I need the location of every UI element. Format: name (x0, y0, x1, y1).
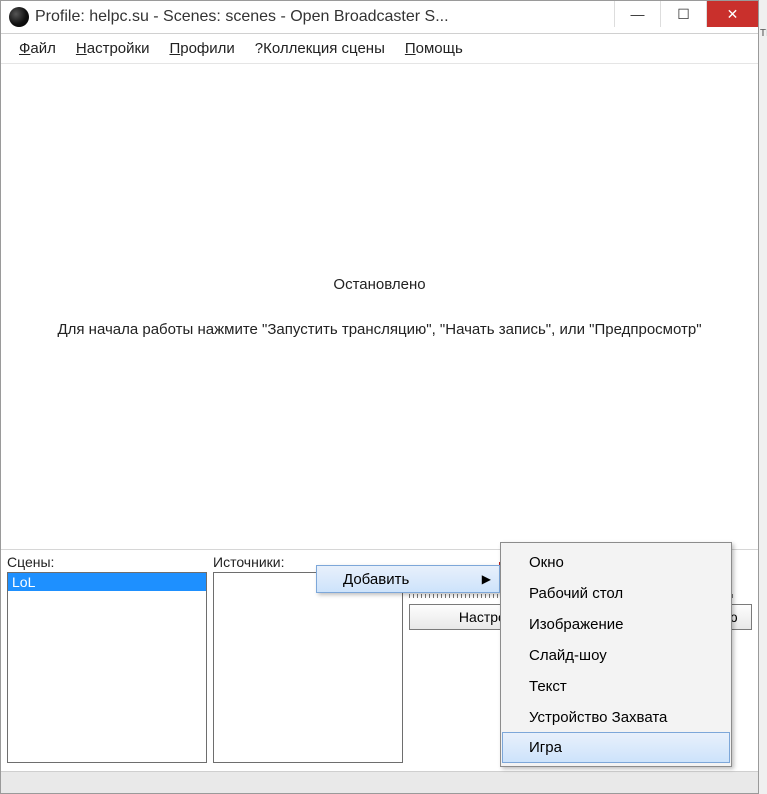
cropped-side-text: ти (760, 24, 767, 39)
submenu-game[interactable]: Игра (502, 732, 730, 763)
menu-help-label: омощь (416, 40, 463, 57)
sources-context-menu: Добавить ▶ (316, 565, 500, 593)
menu-file-label: айл (30, 40, 55, 57)
menu-file[interactable]: Файл (11, 37, 64, 60)
minimize-button[interactable]: — (614, 1, 660, 27)
submenu-window[interactable]: Окно (503, 547, 729, 578)
scenes-listbox[interactable]: LoL (7, 572, 207, 763)
submenu-slideshow[interactable]: Слайд-шоу (503, 640, 729, 671)
submenu-image[interactable]: Изображение (503, 609, 729, 640)
sources-listbox[interactable] (213, 572, 403, 763)
scene-item[interactable]: LoL (8, 573, 206, 591)
context-add-label: Добавить (343, 571, 409, 588)
preview-area: Остановлено Для начала работы нажмите "З… (9, 72, 750, 541)
menu-profiles-label: рофили (180, 40, 235, 57)
submenu-text[interactable]: Текст (503, 671, 729, 702)
add-source-submenu: Окно Рабочий стол Изображение Слайд-шоу … (500, 542, 732, 767)
menu-profiles[interactable]: Профили (161, 37, 242, 60)
submenu-arrow-icon: ▶ (482, 572, 491, 586)
titlebar[interactable]: Profile: helpc.su - Scenes: scenes - Ope… (1, 1, 758, 34)
submenu-capture-device[interactable]: Устройство Захвата (503, 702, 729, 733)
context-add[interactable]: Добавить ▶ (316, 565, 500, 593)
instruction-text: Для начала работы нажмите "Запустить тра… (47, 321, 711, 338)
status-text: Остановлено (333, 276, 425, 293)
statusbar (1, 771, 758, 793)
scenes-label: Сцены: (7, 554, 207, 570)
submenu-desktop[interactable]: Рабочий стол (503, 578, 729, 609)
menu-settings[interactable]: Настройки (68, 37, 158, 60)
obs-logo-icon (9, 7, 29, 27)
menu-scene-collection[interactable]: ?Коллекция сцены (247, 37, 393, 60)
menubar: Файл Настройки Профили ?Коллекция сцены … (1, 34, 758, 64)
window-title: Profile: helpc.su - Scenes: scenes - Ope… (35, 8, 614, 26)
menu-help[interactable]: Помощь (397, 37, 471, 60)
scenes-panel: Сцены: LoL (7, 554, 207, 763)
menu-settings-label: астройки (87, 40, 150, 57)
close-button[interactable]: ✕ (706, 1, 758, 27)
maximize-button[interactable]: ☐ (660, 1, 706, 27)
window-controls: — ☐ ✕ (614, 1, 758, 33)
